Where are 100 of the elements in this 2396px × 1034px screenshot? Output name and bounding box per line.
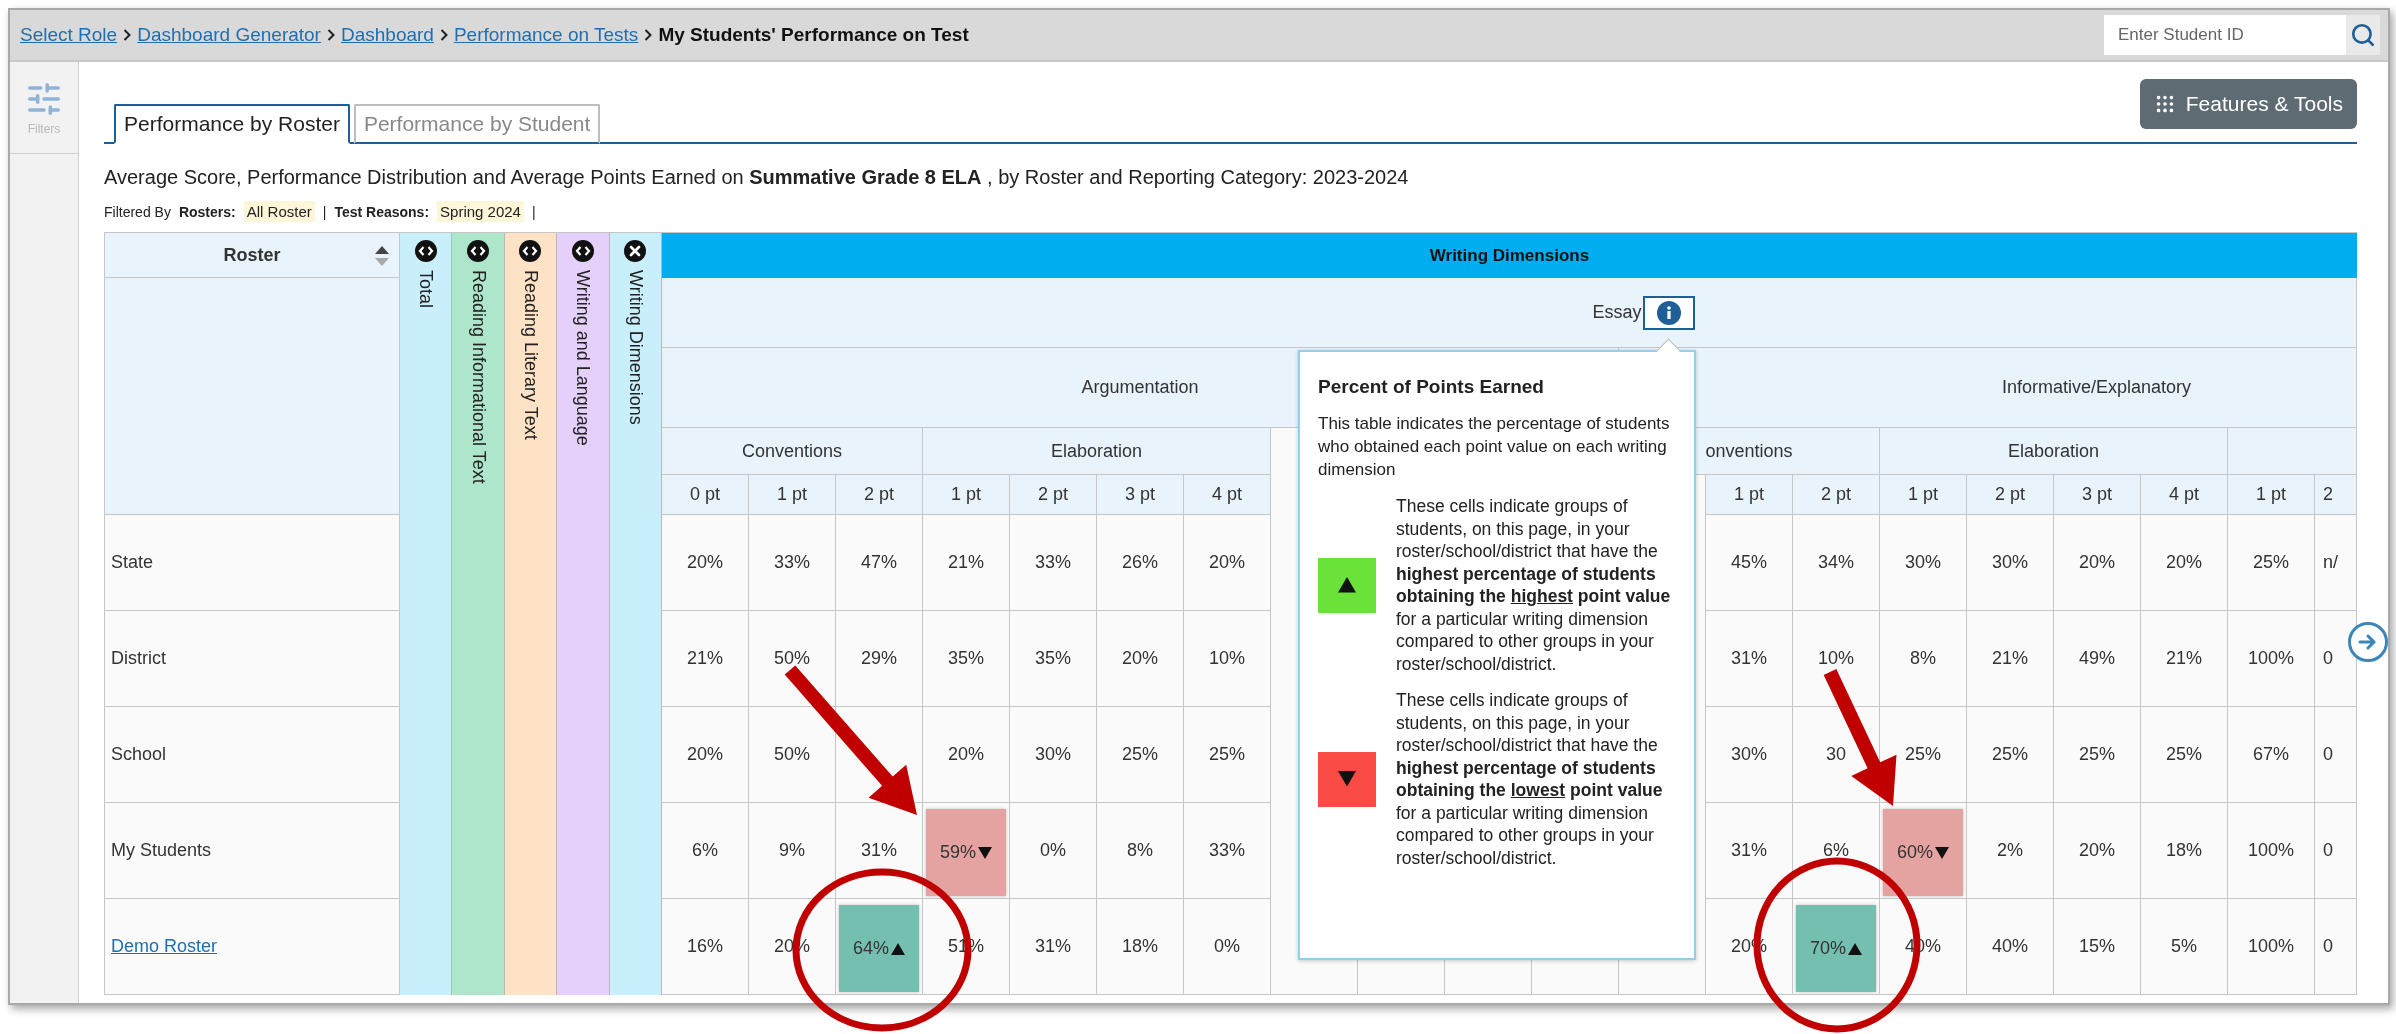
table-cell: 31%: [1705, 611, 1793, 707]
table-cell: 10%: [1792, 611, 1880, 707]
table-cell: 25%: [1966, 707, 2054, 803]
column-header[interactable]: Roster: [105, 233, 400, 278]
table-cell: 0%: [1009, 803, 1097, 899]
page-heading[interactable]: My Students' Performance on Test: [658, 24, 969, 46]
features-tools-button[interactable]: Features & Tools: [2139, 79, 2357, 129]
breadcrumb-link[interactable]: Select Role: [20, 24, 118, 46]
table-cell: 6%: [661, 803, 749, 899]
filter-name: Test Reasons:: [334, 203, 430, 220]
table-cell: 31%: [1705, 803, 1793, 899]
table-cell: 0%: [1183, 899, 1271, 995]
table-cell: 25%: [2140, 707, 2228, 803]
table-cell: 20%: [2053, 803, 2141, 899]
essay-label: Essay: [1592, 302, 1642, 323]
table-cell: 0: [2314, 611, 2357, 707]
breadcrumb-link[interactable]: Performance on Tests: [453, 24, 639, 46]
filter-separator: |: [531, 203, 536, 220]
table-cell: 25%: [2227, 515, 2315, 611]
filter-name: Rosters:: [178, 203, 236, 220]
tab[interactable]: Performance by Student: [353, 104, 601, 144]
table-cell: 0: [2314, 899, 2357, 995]
table-cell: 25%: [2053, 707, 2141, 803]
table-cell: 30%: [1879, 515, 1967, 611]
triangle-up-icon: [1847, 942, 1862, 955]
table-cell: 20%: [661, 707, 749, 803]
column-header: 1 pt: [1879, 475, 1967, 515]
table-cell: 6%: [1792, 803, 1880, 899]
table-cell: 35%: [922, 611, 1010, 707]
triangle-down-icon: [1934, 846, 1949, 859]
column-subgroup-header: Elaboration: [1879, 428, 2228, 475]
column-header: 2: [2314, 475, 2357, 515]
close-icon[interactable]: [624, 240, 647, 262]
table-cell: 67%: [2227, 707, 2315, 803]
tab[interactable]: Performance by Roster: [114, 104, 350, 144]
column-header: 1 pt: [922, 475, 1010, 515]
search-button[interactable]: [2346, 15, 2380, 55]
table-cell: 31%: [1009, 899, 1097, 995]
scroll-right-button[interactable]: [2348, 622, 2388, 662]
column-header: 2 pt: [1966, 475, 2054, 515]
table-cell: 20%: [2140, 515, 2228, 611]
breadcrumb-link[interactable]: Dashboard Generator: [137, 24, 321, 46]
table-cell: 8%: [1096, 803, 1184, 899]
row-label: School: [105, 707, 400, 803]
table-cell: 40%: [1966, 899, 2054, 995]
table-cell: 30%: [1966, 515, 2054, 611]
table-cell: 8%: [1879, 611, 1967, 707]
chevron-right-icon: [439, 29, 448, 41]
legend-text: These cells indicate groups of students, on this page, in your roster/school/district that have the highest percentage of students obtaining the highest point value for a particular writing dimension compared to other groups in your roster/school/district.: [1396, 495, 1672, 675]
table-cell: 0: [2314, 803, 2357, 899]
table-cell: 100%: [2227, 803, 2315, 899]
expand-icon[interactable]: [467, 240, 490, 262]
chevron-right-icon: [326, 29, 335, 41]
column-header: 2 pt: [835, 475, 923, 515]
student-id-field[interactable]: Enter Student ID: [2104, 15, 2346, 55]
info-button[interactable]: [1643, 295, 1696, 330]
report-title: Average Score, Performance Distribution and Average Points Earned on Summative Grade 8 ELA , by Roster and Reporting Category: 2023-2024: [104, 166, 1410, 189]
table-cell: 0: [2314, 707, 2357, 803]
chevron-right-icon: [123, 29, 132, 41]
expand-icon[interactable]: [414, 240, 437, 262]
column-header: 2 pt: [1009, 475, 1097, 515]
table-cell: 21%: [922, 515, 1010, 611]
filter-value: All Roster: [243, 201, 315, 222]
table-cell: 34%: [1792, 515, 1880, 611]
table-cell: 20%: [922, 707, 1010, 803]
highlighted-cell: 59%: [925, 809, 1006, 896]
breadcrumb-link[interactable]: Dashboard: [340, 24, 434, 46]
row-label: State: [105, 515, 400, 611]
column-header: 2 pt: [1792, 475, 1880, 515]
table-cell: 2%: [1966, 803, 2054, 899]
category-column-label: Total: [415, 270, 437, 309]
column-band-header: Writing Dimensions: [661, 233, 2357, 278]
table-cell: 25%: [1096, 707, 1184, 803]
table-cell: 26%: [1096, 515, 1184, 611]
table-cell: 30%: [1705, 707, 1793, 803]
table-cell: 25%: [1879, 707, 1967, 803]
column-header: 1 pt: [1705, 475, 1793, 515]
expand-icon[interactable]: [519, 240, 542, 262]
filter-label: Filtered By: [104, 203, 171, 220]
table-cell: 49%: [2053, 611, 2141, 707]
legend-text: These cells indicate groups of students, on this page, in your roster/school/district that have the highest percentage of students obtaining the lowest point value for a particular writing dimension compared to other groups in your roster/school/district.: [1396, 689, 1664, 869]
table-cell: n/: [2314, 515, 2357, 611]
sort-icon[interactable]: [375, 245, 389, 267]
table-cell: 45%: [1705, 515, 1793, 611]
category-column-label: Writing and Language: [572, 270, 594, 446]
row-label: My Students: [105, 803, 400, 899]
table-cell: 47%: [835, 515, 923, 611]
highlighted-cell: 70%: [1795, 905, 1876, 992]
category-column-label: Reading Informational Text: [467, 270, 489, 484]
table-cell: 50%: [748, 611, 836, 707]
column-subgroup-header: Conventions: [661, 428, 923, 475]
column-header: 3 pt: [1096, 475, 1184, 515]
popover-title: Percent of Points Earned: [1318, 376, 1545, 398]
row-link[interactable]: Demo Roster: [111, 936, 218, 957]
table-cell: 5%: [2140, 899, 2228, 995]
table-cell: 50%: [748, 707, 836, 803]
expand-icon[interactable]: [571, 240, 594, 262]
table-cell: 10%: [1183, 611, 1271, 707]
highlighted-cell: 60%: [1882, 809, 1963, 896]
column-header: 3 pt: [2053, 475, 2141, 515]
